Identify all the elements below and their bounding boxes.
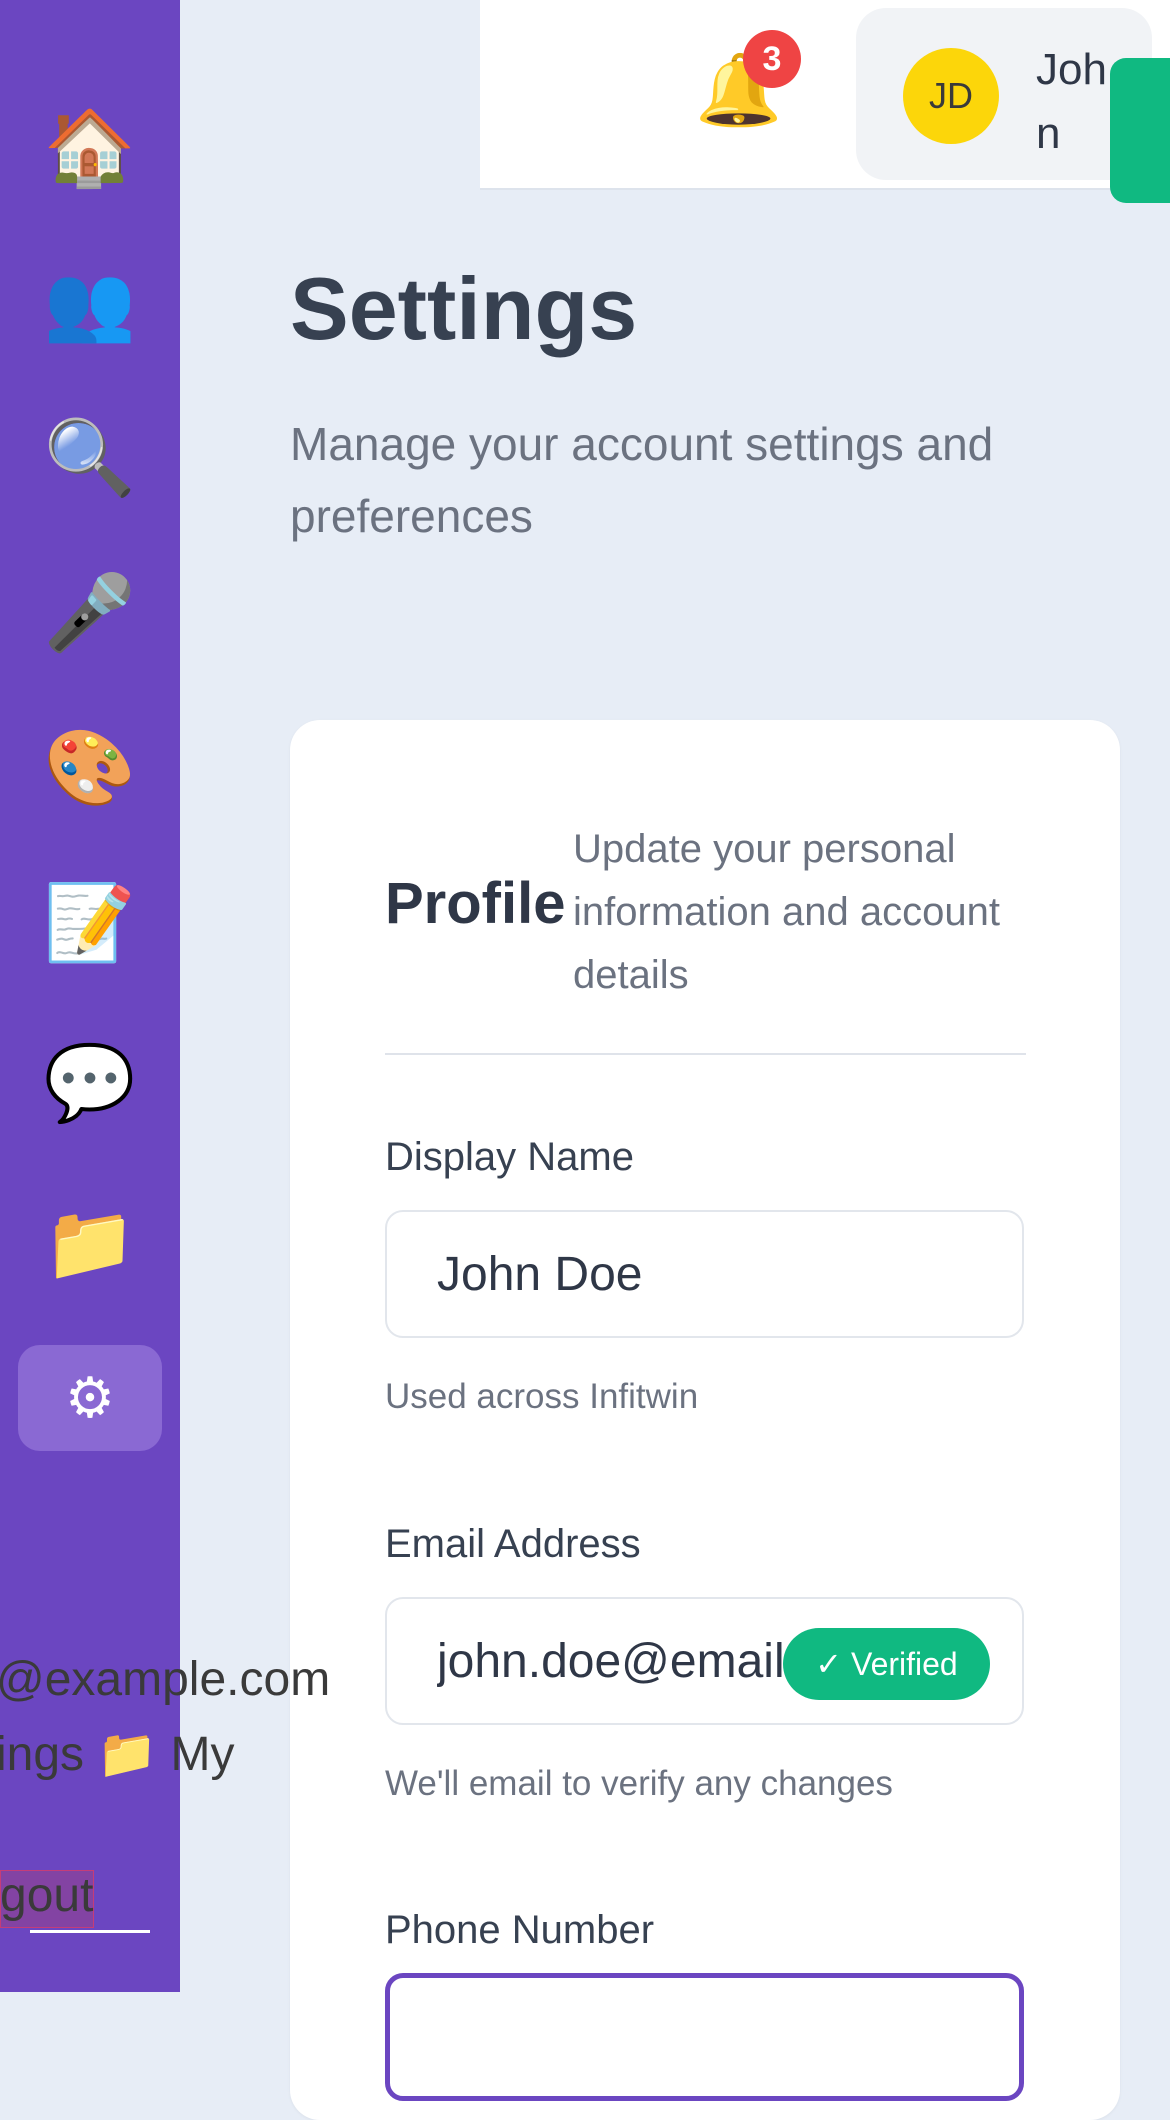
display-name-label: Display Name — [385, 1135, 634, 1179]
page-title: Settings — [290, 259, 638, 358]
microphone-icon: 🎤 — [43, 571, 137, 654]
display-name-field[interactable] — [385, 1210, 1024, 1338]
memo-icon: 📝 — [43, 881, 137, 964]
nav-people[interactable]: 👥 — [18, 250, 162, 356]
house-icon: 🏠 — [43, 106, 137, 189]
logout-underline — [30, 1930, 150, 1933]
sidebar-menu-links[interactable]: ings 📁 My — [0, 1725, 234, 1782]
email-label: Email Address — [385, 1522, 641, 1566]
gear-icon: ⚙ — [64, 1366, 116, 1429]
logout-link[interactable]: gout — [0, 1868, 93, 1923]
people-icon: 👥 — [43, 261, 137, 344]
folder-icon: 📁 — [43, 1201, 137, 1284]
nav-home[interactable]: 🏠 — [18, 95, 162, 201]
nav-settings[interactable]: ⚙ — [18, 1345, 162, 1451]
phone-field[interactable] — [385, 1973, 1024, 2101]
user-menu[interactable]: JD John Doe — [856, 8, 1152, 180]
verified-badge: ✓ Verified — [783, 1628, 990, 1700]
sidebar-user-email: @example.com — [0, 1653, 331, 1706]
speech-bubble-icon: 💬 — [43, 1041, 137, 1124]
nav-files[interactable]: 📁 — [18, 1190, 162, 1296]
user-name: John Doe — [1036, 45, 1107, 180]
email-helper: We'll email to verify any changes — [385, 1764, 893, 1803]
green-side-tab[interactable] — [1110, 58, 1170, 203]
profile-card: Profile Update your personal information… — [290, 720, 1120, 2120]
profile-title: Profile — [385, 871, 566, 936]
phone-label: Phone Number — [385, 1908, 655, 1952]
magnifier-icon: 🔍 — [43, 416, 137, 499]
divider — [385, 1053, 1026, 1055]
page-subtitle: Manage your account settings and prefere… — [290, 418, 994, 542]
nav-notes[interactable]: 📝 — [18, 870, 162, 976]
display-name-helper: Used across Infitwin — [385, 1377, 699, 1416]
avatar: JD — [903, 48, 999, 144]
nav-creative[interactable]: 🎨 — [18, 715, 162, 821]
palette-icon: 🎨 — [43, 726, 137, 809]
sidebar: 🏠 👥 🔍 🎤 🎨 📝 💬 📁 ⚙ @example.com ings 📁 My… — [0, 0, 330, 1992]
nav-search[interactable]: 🔍 — [18, 405, 162, 511]
notification-badge: 3 — [743, 30, 801, 88]
profile-description: Update your personal information and acc… — [573, 827, 1000, 997]
nav-voice[interactable]: 🎤 — [18, 560, 162, 666]
nav-messages[interactable]: 💬 — [18, 1030, 162, 1136]
